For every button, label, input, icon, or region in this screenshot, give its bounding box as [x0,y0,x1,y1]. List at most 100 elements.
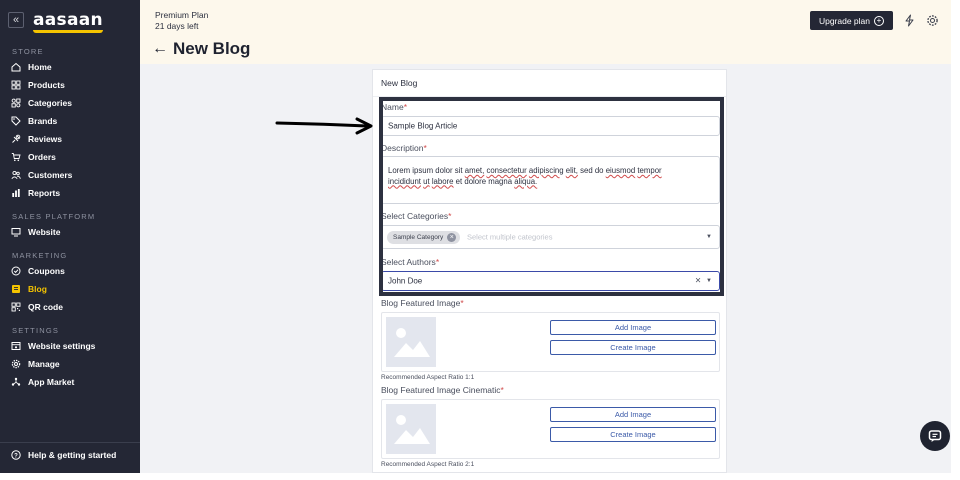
authors-select[interactable]: John Doe × ▼ [381,271,720,291]
sidebar-item-reviews[interactable]: Reviews [0,130,140,148]
aspect-ratio-hint: Recommended Aspect Ratio 1:1 [381,374,475,381]
name-label: Name* [381,102,407,112]
help-link[interactable]: ? Help & getting started [0,446,116,464]
add-image-button[interactable]: Add Image [550,320,716,335]
featured-image-box: Add Image Create Image [381,312,720,372]
sidebar-section-title: SETTINGS [12,326,60,335]
sidebar-item-label: Blog [28,284,47,294]
create-image-button[interactable]: Create Image [550,340,716,355]
sidebar-item-label: QR code [28,302,63,312]
clear-icon[interactable]: × [695,276,701,287]
reviews-icon [11,134,21,144]
blog-icon [11,284,21,294]
sidebar-divider [0,442,140,443]
app-market-icon [11,377,21,387]
remove-chip-icon[interactable]: × [447,233,457,242]
sidebar-item-label: Website settings [28,341,96,351]
sidebar-item-categories[interactable]: Categories [0,94,140,112]
help-label: Help & getting started [28,450,117,460]
categories-placeholder: Select multiple categories [467,232,553,242]
help-icon: ? [11,450,21,460]
tag-icon [11,116,21,126]
authors-value: John Doe [388,276,423,286]
sidebar-item-products[interactable]: Products [0,76,140,94]
annotation-arrow-icon [275,117,373,135]
qr-icon [11,302,21,312]
sidebar-item-coupons[interactable]: Coupons [0,262,140,280]
collapse-sidebar-button[interactable]: « [8,12,24,28]
users-icon [11,170,21,180]
sidebar-item-qr-code[interactable]: QR code [0,298,140,316]
sidebar-section-title: STORE [12,47,44,56]
sidebar-item-reports[interactable]: Reports [0,184,140,202]
brand-logo[interactable]: aasaan [33,10,103,33]
categories-icon [11,98,21,108]
cart-icon [11,152,21,162]
aspect-ratio-hint: Recommended Aspect Ratio 2:1 [381,461,475,468]
main-content: New Blog Name* Sample Blog Article Descr… [140,64,951,473]
home-icon [11,62,21,72]
sidebar-item-website-settings[interactable]: Website settings [0,337,140,355]
plan-info: Premium Plan 21 days left [155,10,208,32]
featured-image-label: Blog Featured Image* [381,298,464,308]
sidebar: « aasaan STORE Home Products Categories Bran… [0,0,140,473]
chat-support-button[interactable] [920,421,950,451]
name-input[interactable]: Sample Blog Article [381,116,720,136]
card-divider [373,96,726,97]
gear-icon [11,359,21,369]
categories-select[interactable]: Sample Category × Select multiple catego… [381,225,720,249]
lightning-icon[interactable] [903,14,916,27]
sidebar-item-label: Orders [28,152,56,162]
sidebar-item-label: Reviews [28,134,63,144]
sidebar-item-label: Coupons [28,266,65,276]
monitor-icon [11,227,21,237]
description-textarea[interactable]: Lorem ipsum dolor sit amet, consectetur … [381,156,720,204]
featured-cinematic-box: Add Image Create Image [381,399,720,459]
upgrade-plan-button[interactable]: Upgrade plan + [810,11,893,30]
sidebar-nav: STORE Home Products Categories Brands Reviews… [0,45,140,391]
settings-gear-icon[interactable] [926,14,939,27]
authors-label: Select Authors* [381,257,440,267]
sidebar-item-blog[interactable]: Blog [0,280,140,298]
featured-cinematic-label: Blog Featured Image Cinematic* [381,385,504,395]
plus-circle-icon: + [874,15,885,26]
description-value: Lorem ipsum dolor sit amet, consectetur … [388,166,662,186]
image-placeholder-icon [386,317,436,367]
sidebar-item-website[interactable]: Website [0,223,140,241]
category-chip: Sample Category × [387,231,461,244]
chart-icon [11,188,21,198]
sidebar-section-title: MARKETING [12,251,68,260]
card-title: New Blog [381,78,418,88]
sidebar-item-brands[interactable]: Brands [0,112,140,130]
create-image-button[interactable]: Create Image [550,427,716,442]
website-settings-icon [11,341,21,351]
sidebar-item-customers[interactable]: Customers [0,166,140,184]
sidebar-item-orders[interactable]: Orders [0,148,140,166]
page-title-row: ← New Blog [152,39,250,59]
chevron-down-icon[interactable]: ▼ [706,278,712,284]
sidebar-item-label: Home [28,62,52,72]
categories-label: Select Categories* [381,211,452,221]
page-title: New Blog [173,39,251,58]
sidebar-item-label: Manage [28,359,60,369]
sidebar-item-label: Categories [28,98,72,108]
sidebar-item-home[interactable]: Home [0,58,140,76]
sidebar-item-app-market[interactable]: App Market [0,373,140,391]
blog-form-card: New Blog Name* Sample Blog Article Descr… [372,69,727,473]
sidebar-item-label: App Market [28,377,75,387]
add-image-button[interactable]: Add Image [550,407,716,422]
chevron-down-icon[interactable]: ▼ [706,234,712,240]
sidebar-item-label: Customers [28,170,73,180]
sidebar-header: « aasaan [0,0,140,40]
coupon-icon [11,266,21,276]
name-value: Sample Blog Article [388,121,458,131]
description-label: Description* [381,143,427,153]
upgrade-plan-label: Upgrade plan [818,15,871,26]
back-arrow-icon[interactable]: ← [152,41,168,57]
chat-icon [928,430,942,442]
top-banner: Premium Plan 21 days left ← New Blog Upg… [140,0,951,64]
category-chip-label: Sample Category [393,234,444,241]
sidebar-item-label: Website [28,227,61,237]
sidebar-item-manage[interactable]: Manage [0,355,140,373]
svg-text:?: ? [14,453,18,459]
